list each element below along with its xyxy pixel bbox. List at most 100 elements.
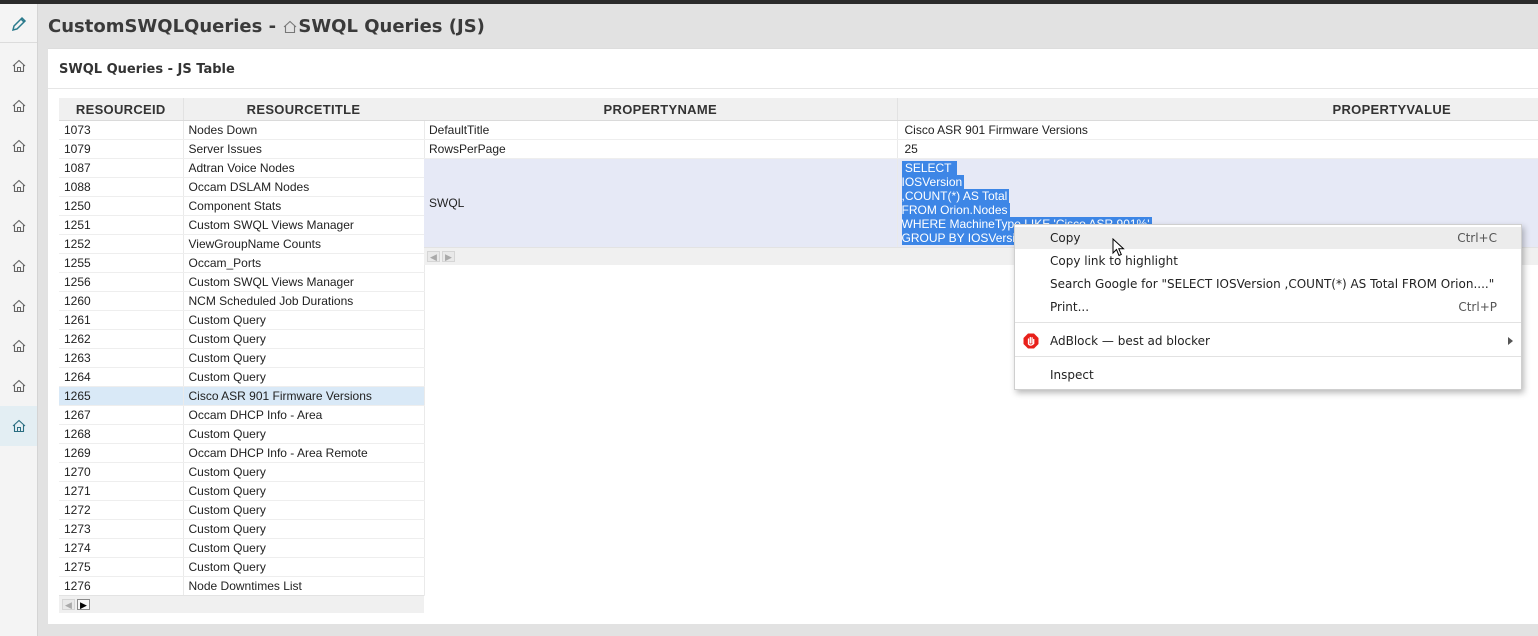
home-icon [12, 299, 25, 313]
table-row[interactable]: 1087 Adtran Voice Nodes [59, 158, 425, 178]
sidebar-home-4[interactable] [0, 166, 37, 206]
resource-id-cell: 1073 [59, 120, 184, 140]
resource-id-cell: 1271 [59, 481, 184, 501]
table-row[interactable]: 1275 Custom Query [59, 557, 425, 577]
menu-item-label: AdBlock — best ad blocker [1050, 334, 1210, 348]
table-row[interactable]: 1261 Custom Query [59, 310, 425, 330]
resource-title-cell: Occam DSLAM Nodes [183, 177, 425, 197]
column-header-resourceid[interactable]: RESOURCEID [59, 98, 184, 121]
resource-id-cell: 1252 [59, 234, 184, 254]
resource-title-cell: Adtran Voice Nodes [183, 158, 425, 178]
left-sidebar [0, 4, 38, 636]
property-row[interactable]: DefaultTitle Cisco ASR 901 Firmware Vers… [424, 120, 1538, 140]
table-row[interactable]: 1267 Occam DHCP Info - Area [59, 405, 425, 425]
property-value: Cisco ASR 901 Firmware Versions [897, 120, 1538, 140]
menu-item-copy[interactable]: Copy Ctrl+C [1015, 227, 1521, 249]
property-name: DefaultTitle [424, 120, 898, 140]
panel-title: SWQL Queries - JS Table [59, 62, 235, 77]
resource-id-cell: 1256 [59, 272, 184, 292]
resource-title-cell: Custom Query [183, 310, 425, 330]
table-row[interactable]: 1262 Custom Query [59, 329, 425, 349]
resource-id-cell: 1268 [59, 424, 184, 444]
sidebar-home-7[interactable] [0, 286, 37, 326]
menu-item-inspect[interactable]: Inspect [1015, 364, 1521, 386]
resource-title-cell: Custom Query [183, 481, 425, 501]
sidebar-home-5[interactable] [0, 206, 37, 246]
home-icon [12, 219, 25, 233]
resource-title-cell: Custom Query [183, 329, 425, 349]
resource-title-cell: ViewGroupName Counts [183, 234, 425, 254]
sidebar-home-2[interactable] [0, 86, 37, 126]
resource-title-cell: Occam DHCP Info - Area Remote [183, 443, 425, 463]
table-row[interactable]: 1079 Server Issues [59, 139, 425, 159]
menu-item-copy-link-to-highlight[interactable]: Copy link to highlight [1015, 250, 1521, 272]
menu-item-shortcut: Ctrl+P [1458, 300, 1497, 314]
resource-title-cell: Custom Query [183, 462, 425, 482]
sidebar-home-6[interactable] [0, 246, 37, 286]
scroll-left-button[interactable]: ◀ [427, 251, 440, 262]
left-table-scrollbar[interactable]: ◀ ▶ [59, 595, 424, 613]
table-row[interactable]: 1264 Custom Query [59, 367, 425, 387]
table-row[interactable]: 1274 Custom Query [59, 538, 425, 558]
resource-id-cell: 1250 [59, 196, 184, 216]
sidebar-home-3[interactable] [0, 126, 37, 166]
table-row[interactable]: 1263 Custom Query [59, 348, 425, 368]
resource-id-cell: 1267 [59, 405, 184, 425]
page-title-prefix: CustomSWQLQueries - [48, 16, 283, 37]
resource-title-cell: Occam DHCP Info - Area [183, 405, 425, 425]
menu-item-label: Search Google for "SELECT IOSVersion ,CO… [1050, 277, 1495, 291]
sidebar-home-8[interactable] [0, 326, 37, 366]
resource-id-cell: 1264 [59, 367, 184, 387]
page-title: CustomSWQLQueries - SWQL Queries (JS) [48, 16, 485, 37]
table-row[interactable]: 1250 Component Stats [59, 196, 425, 216]
table-row[interactable]: 1272 Custom Query [59, 500, 425, 520]
column-header-resourcetitle[interactable]: RESOURCETITLE [183, 98, 425, 121]
scroll-left-button[interactable]: ◀ [62, 599, 75, 610]
table-row[interactable]: 1269 Occam DHCP Info - Area Remote [59, 443, 425, 463]
table-row[interactable]: 1260 NCM Scheduled Job Durations [59, 291, 425, 311]
resource-id-cell: 1251 [59, 215, 184, 235]
table-row[interactable]: 1268 Custom Query [59, 424, 425, 444]
table-row[interactable]: 1273 Custom Query [59, 519, 425, 539]
table-row[interactable]: 1073 Nodes Down [59, 120, 425, 140]
table-row[interactable]: 1088 Occam DSLAM Nodes [59, 177, 425, 197]
table-row[interactable]: 1256 Custom SWQL Views Manager [59, 272, 425, 292]
sidebar-home-9[interactable] [0, 366, 37, 406]
scroll-right-button[interactable]: ▶ [77, 599, 90, 610]
home-icon [12, 59, 25, 73]
resource-title-cell: Custom Query [183, 557, 425, 577]
resource-id-cell: 1260 [59, 291, 184, 311]
menu-item-adblock[interactable]: AdBlock — best ad blocker [1015, 330, 1521, 352]
table-row[interactable]: 1270 Custom Query [59, 462, 425, 482]
column-header-propertyvalue[interactable]: PROPERTYVALUE [897, 98, 1538, 121]
home-icon [12, 379, 25, 393]
menu-item-search-google[interactable]: Search Google for "SELECT IOSVersion ,CO… [1015, 273, 1521, 295]
pencil-icon [11, 16, 26, 32]
table-row[interactable]: 1276 Node Downtimes List [59, 576, 425, 596]
table-row[interactable]: 1271 Custom Query [59, 481, 425, 501]
sidebar-home-1[interactable] [0, 46, 37, 86]
column-header-propertyname[interactable]: PROPERTYNAME [424, 98, 898, 121]
resource-title-cell: Component Stats [183, 196, 425, 216]
menu-item-label: Copy [1050, 231, 1081, 245]
sidebar-home-10-active[interactable] [0, 406, 37, 446]
context-menu: Copy Ctrl+C Copy link to highlight Searc… [1014, 224, 1522, 390]
resource-title-cell: Custom SWQL Views Manager [183, 272, 425, 292]
resource-id-cell: 1273 [59, 519, 184, 539]
resource-id-cell: 1262 [59, 329, 184, 349]
scroll-right-button[interactable]: ▶ [442, 251, 455, 262]
home-icon [12, 99, 25, 113]
property-row[interactable]: RowsPerPage 25 [424, 139, 1538, 159]
table-row[interactable]: 1255 Occam_Ports [59, 253, 425, 273]
resource-title-cell: Custom Query [183, 424, 425, 444]
edit-button[interactable] [0, 6, 37, 43]
resource-id-cell: 1261 [59, 310, 184, 330]
table-row[interactable]: 1251 Custom SWQL Views Manager [59, 215, 425, 235]
menu-item-print[interactable]: Print... Ctrl+P [1015, 296, 1521, 318]
home-icon [283, 20, 297, 33]
resource-id-cell: 1270 [59, 462, 184, 482]
swql-line: FROM Orion.Nodes [901, 203, 1010, 217]
home-icon [12, 419, 25, 433]
table-row[interactable]: 1265 Cisco ASR 901 Firmware Versions [59, 386, 425, 406]
table-row[interactable]: 1252 ViewGroupName Counts [59, 234, 425, 254]
